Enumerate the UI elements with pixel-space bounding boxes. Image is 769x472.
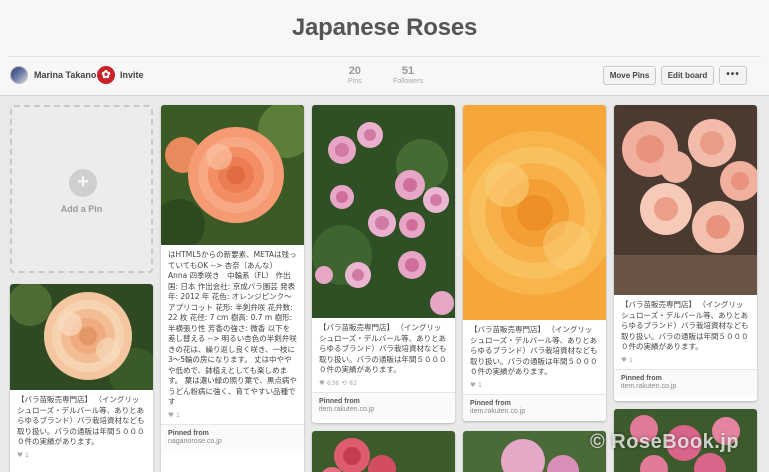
pin-stats: ♥ 1 (17, 450, 30, 459)
add-pin-label: Add a Pin (60, 204, 103, 214)
followers-count-stat[interactable]: 51 Followers (393, 65, 423, 85)
pin-image[interactable] (161, 105, 304, 245)
board-owner[interactable]: Marina Takano (10, 66, 96, 84)
pin-image[interactable] (10, 284, 153, 390)
pin-image[interactable] (312, 105, 455, 318)
pin-grid: + Add a Pin 【バラ苗販売専門店】 （イングリッシュローズ・デルバール… (0, 97, 769, 472)
pin-source[interactable]: Pinned from item.rakuten.co.jp (312, 391, 455, 419)
pinned-from-label: Pinned from (470, 399, 511, 407)
pin-stats: ♥ 1 (621, 355, 634, 364)
pin-card[interactable]: 【バラ苗販売専門店】 （イングリッシュローズ・デルバール等、ありとあらゆるブラン… (463, 105, 606, 421)
pins-count: 20 (348, 65, 361, 77)
user-avatar[interactable] (10, 66, 28, 84)
watermark: © RoseBook.jp (590, 431, 740, 453)
followers-count: 51 (401, 65, 415, 77)
pin-card[interactable] (312, 431, 455, 472)
pin-description: 【バラ苗販売専門店】 （イングリッシュローズ・デルバール等、ありとあらゆるブラン… (621, 300, 749, 351)
more-options-button[interactable]: ••• (719, 66, 747, 85)
pin-image[interactable] (312, 431, 455, 472)
add-pin-card[interactable]: + Add a Pin (10, 105, 153, 273)
pin-card[interactable]: 【バラ苗販売専門店】 （イングリッシュローズ・デルバール等、ありとあらゆるブラン… (10, 284, 153, 472)
board-title: Japanese Roses (291, 14, 478, 41)
pin-description: 【バラ苗販売専門店】 （イングリッシュローズ・デルバール等、ありとあらゆるブラン… (319, 323, 447, 374)
pin-description: 【バラ苗販売専門店】 （イングリッシュローズ・デルバール等、ありとあらゆるブラン… (17, 395, 145, 446)
pin-image[interactable] (614, 105, 757, 295)
pins-count-stat[interactable]: 20 Pins (348, 65, 362, 85)
source-domain[interactable]: item.rakuten.co.jp (470, 408, 599, 415)
pin-card[interactable]: はHTML5からの新要素、METAは残っていてもOK --> 杏奈（あんな） A… (161, 105, 304, 472)
pin-source[interactable]: Pinned from naganorose.co.jp (161, 423, 304, 451)
header-divider (8, 56, 761, 57)
pin-source[interactable]: Pinned from item.rakuten.co.jp (614, 368, 757, 396)
pin-stats: ♥ 636 ⟲ 82 (319, 378, 358, 387)
pinned-from-label: Pinned from (168, 429, 209, 437)
pin-stats: ♥ 1 (168, 410, 181, 419)
plus-icon: + (69, 169, 97, 197)
pin-description: 【バラ苗販売専門店】 （イングリッシュローズ・デルバール等、ありとあらゆるブラン… (470, 325, 598, 376)
pin-source[interactable]: Pinned from item.rakuten.co.jp (463, 393, 606, 421)
invite-avatar-icon: ✿ (97, 66, 115, 84)
pin-description: はHTML5からの新要素、METAは残っていてもOK --> 杏奈（あんな） A… (168, 250, 297, 406)
pin-card[interactable]: 【バラ苗販売専門店】 （イングリッシュローズ・デルバール等、ありとあらゆるブラン… (312, 105, 455, 423)
invite-label: Invite (120, 70, 144, 80)
pin-image[interactable] (463, 105, 606, 320)
pinned-from-label: Pinned from (621, 374, 662, 382)
source-domain[interactable]: item.rakuten.co.jp (621, 383, 750, 390)
source-domain[interactable]: naganorose.co.jp (168, 438, 297, 445)
owner-name[interactable]: Marina Takano (34, 70, 96, 80)
pinned-from-label: Pinned from (319, 397, 360, 405)
pin-card[interactable] (463, 431, 606, 472)
invite-button[interactable]: ✿ Invite (97, 66, 144, 84)
followers-label: Followers (393, 78, 423, 85)
board-header: Japanese Roses Marina Takano ✿ Invite 20… (0, 0, 769, 96)
move-pins-button[interactable]: Move Pins (603, 66, 656, 85)
pin-card[interactable]: 【バラ苗販売専門店】 （イングリッシュローズ・デルバール等、ありとあらゆるブラン… (614, 105, 757, 401)
source-domain[interactable]: item.rakuten.co.jp (319, 406, 448, 413)
pins-label: Pins (348, 78, 362, 85)
pin-image[interactable] (463, 431, 606, 472)
pin-stats: ♥ 1 (470, 380, 483, 389)
edit-board-button[interactable]: Edit board (661, 66, 714, 85)
